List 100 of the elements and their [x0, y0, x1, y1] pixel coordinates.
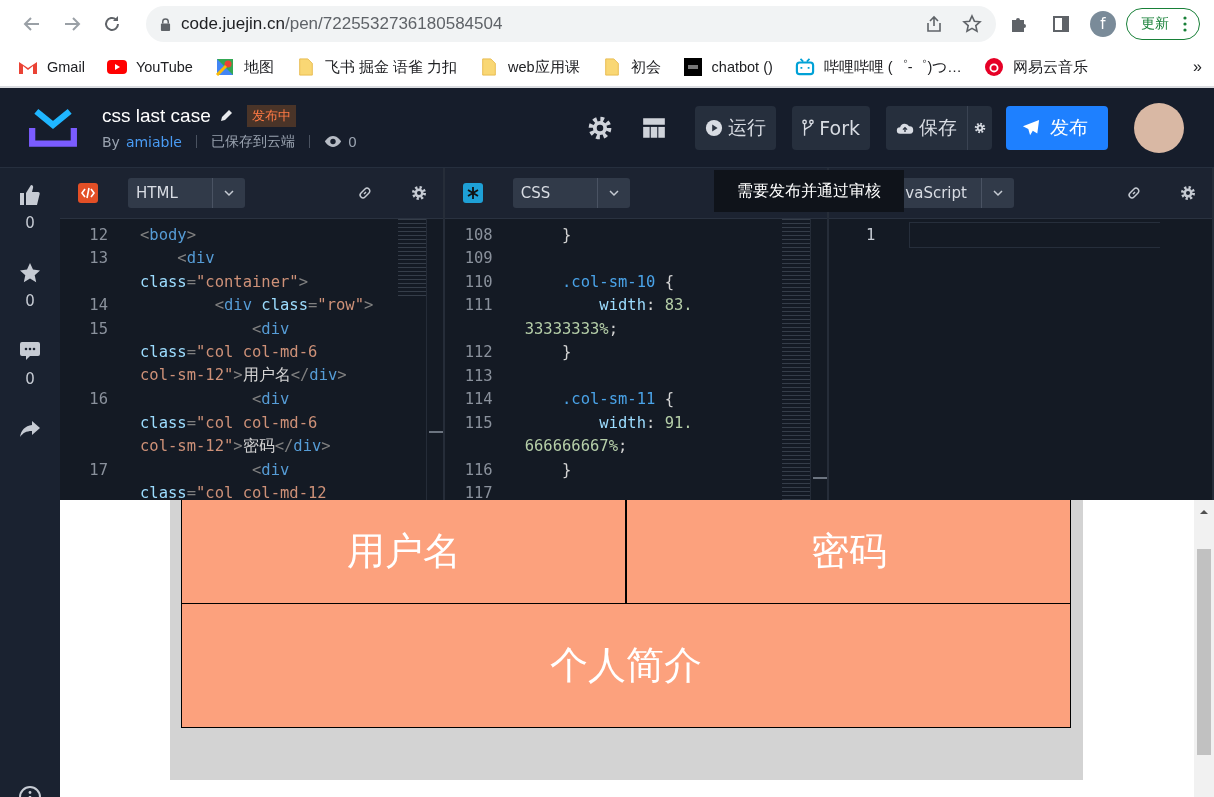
- author-link[interactable]: amiable: [125, 133, 182, 150]
- logo-icon[interactable]: [28, 106, 78, 149]
- code-line: .col-sm-10 {: [561, 272, 674, 291]
- bookmark[interactable]: 地图: [214, 57, 274, 77]
- count-label: 0: [25, 292, 35, 310]
- code-line: class="container">: [140, 272, 308, 291]
- line-number: 114: [463, 390, 493, 409]
- side-panel-icon[interactable]: [1051, 14, 1071, 34]
- line-number: 110: [463, 272, 493, 291]
- code-line: }: [561, 225, 572, 244]
- code-line: <div: [250, 390, 290, 409]
- eye-icon: [323, 135, 342, 148]
- line-number: 117: [463, 484, 493, 500]
- map-icon: [214, 58, 235, 76]
- scrollbar[interactable]: [1194, 500, 1214, 797]
- bookmark[interactable]: chatbot (): [682, 58, 773, 76]
- play-icon: [705, 118, 724, 137]
- form-block: 密码: [626, 500, 1071, 604]
- line-number: 113: [463, 366, 493, 385]
- profile-avatar[interactable]: f: [1090, 11, 1116, 37]
- bookmark[interactable]: 网易云音乐: [983, 57, 1088, 77]
- tooltip: 需要发布并通过审核: [714, 170, 904, 212]
- address-bar[interactable]: code.juejin.cn/pen/7225532736180584504: [146, 6, 996, 42]
- share-icon[interactable]: [924, 14, 944, 34]
- user-avatar[interactable]: [1134, 102, 1184, 153]
- fork-button[interactable]: Fork: [792, 105, 870, 150]
- code-line: class="col col-md-6: [140, 343, 318, 362]
- reload-icon[interactable]: [102, 14, 122, 34]
- play-icon: [106, 58, 127, 76]
- comment-icon[interactable]: [19, 340, 41, 362]
- paper-plane-icon: [1022, 118, 1040, 137]
- line-number: 116: [463, 460, 493, 479]
- code-line: <body>: [140, 225, 196, 244]
- bookmark[interactable]: 初会: [601, 57, 661, 77]
- settings-icon[interactable]: [587, 114, 614, 141]
- code-line: <div: [250, 460, 290, 479]
- publish-button[interactable]: 发布: [1006, 105, 1108, 150]
- language-select[interactable]: CSS: [512, 178, 630, 208]
- link-icon[interactable]: [356, 185, 373, 201]
- bookmark[interactable]: YouTube: [106, 58, 193, 76]
- line-number: 16: [88, 390, 108, 409]
- code-line: width: 83.: [598, 296, 693, 315]
- scroll-marker: [813, 477, 828, 479]
- form-block: 用户名: [181, 500, 626, 604]
- line-number: 17: [88, 460, 108, 479]
- status-badge: 发布中: [246, 104, 296, 127]
- bookmark[interactable]: Gmail: [18, 58, 85, 76]
- code-brackets-icon: [78, 183, 98, 203]
- line-number: 109: [463, 249, 493, 268]
- language-select[interactable]: HTML: [128, 178, 245, 208]
- chevron-down-icon: [992, 189, 1005, 197]
- code-line: <div: [176, 249, 215, 268]
- music-logo-icon: [983, 58, 1004, 76]
- line-number: 15: [88, 319, 108, 338]
- lock-icon: [160, 17, 171, 31]
- project-title: css last case: [102, 104, 211, 127]
- code-line: col-sm-12">用户名</div>: [140, 365, 347, 387]
- line-number: 112: [463, 343, 493, 362]
- update-button[interactable]: 更新: [1126, 8, 1200, 40]
- scroll-marker: [428, 431, 443, 433]
- form-block: 个人简介: [181, 604, 1071, 728]
- bookmark[interactable]: web应用课: [478, 57, 580, 77]
- code-line: 33333333%;: [524, 319, 618, 338]
- asterisk-icon: [462, 183, 483, 203]
- bookmark[interactable]: 飞书 掘金 语雀 力扣: [295, 57, 457, 77]
- author-prefix: By: [102, 133, 120, 150]
- link-icon[interactable]: [1126, 185, 1142, 201]
- save-button[interactable]: 保存: [886, 105, 968, 150]
- line-number: 111: [463, 296, 493, 315]
- scroll-thumb[interactable]: [1197, 549, 1211, 755]
- code-line: class="col col-md-12: [140, 484, 327, 500]
- bookmark[interactable]: 哔哩哔哩 (゜-゜)つ…: [794, 57, 962, 77]
- gear-icon[interactable]: [974, 121, 986, 134]
- tv-icon: [794, 58, 815, 76]
- view-count: 0: [347, 133, 357, 150]
- star-icon[interactable]: [19, 262, 41, 284]
- star-icon[interactable]: [962, 14, 982, 34]
- line-number: 115: [463, 413, 493, 432]
- chatbot-icon: [682, 58, 703, 76]
- more-icon[interactable]: [1183, 16, 1187, 32]
- line-number: 1: [865, 225, 876, 244]
- count-label: 0: [25, 214, 35, 232]
- branch-icon: [802, 118, 815, 137]
- run-button[interactable]: 运行: [695, 105, 777, 150]
- chevron-down-icon: [223, 189, 235, 197]
- line-number: 14: [88, 296, 108, 315]
- settings-icon[interactable]: [410, 185, 427, 201]
- settings-icon[interactable]: [1180, 185, 1196, 201]
- code-line: width: 91.: [598, 413, 693, 432]
- thumbs-up-icon[interactable]: [19, 184, 41, 206]
- scroll-up-icon[interactable]: [1199, 509, 1209, 515]
- code-line: col-sm-12">密码</div>: [140, 435, 331, 457]
- code-line: <div class="row">: [213, 296, 374, 315]
- code-line: <div: [250, 319, 290, 338]
- more-bookmarks-button[interactable]: »: [1193, 58, 1202, 76]
- code-line: }: [561, 460, 572, 479]
- code-line: }: [561, 343, 572, 362]
- pencil-icon[interactable]: [218, 108, 233, 123]
- code-line: .col-sm-11 {: [561, 390, 674, 409]
- save-status: 已保存到云端: [210, 132, 295, 151]
